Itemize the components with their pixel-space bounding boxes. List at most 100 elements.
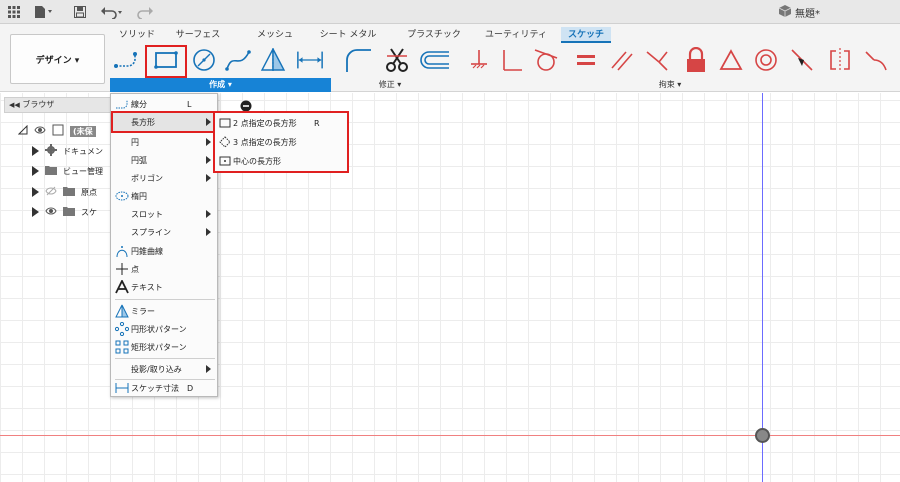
browser-row-document-settings[interactable]: ドキュメン — [32, 143, 103, 159]
expand-arrow-icon[interactable] — [17, 124, 28, 137]
tab-solid[interactable]: ソリッド — [117, 27, 157, 43]
menu-item-conic-curve[interactable]: 円錐曲線 — [111, 242, 217, 260]
mirror-icon — [115, 304, 129, 318]
tangent-constraint-icon[interactable] — [532, 46, 560, 74]
gear-icon — [45, 144, 57, 158]
create-group-dropdown[interactable]: 作成 ▾ — [110, 78, 331, 92]
menu-item-label: スプライン — [131, 227, 171, 237]
submenu-arrow-icon — [206, 156, 211, 164]
menu-item-point[interactable]: 点 — [111, 260, 217, 278]
rectangular-pattern-icon — [115, 340, 129, 354]
create-dropdown-menu: 線分 L 長方形 円 円弧 ポリゴン 楕円 スロット スプライン 円錐曲線 点 … — [110, 93, 218, 397]
browser-item-label: スケ — [81, 207, 97, 217]
menu-item-label: 投影/取り込み — [131, 364, 182, 374]
tab-utility[interactable]: ユーティリティ — [484, 27, 548, 43]
conic-curve-icon — [115, 244, 129, 258]
conic-mirror-tool-icon[interactable] — [259, 46, 287, 74]
eye-icon[interactable] — [34, 125, 46, 137]
workspace-tabs: ソリッド サーフェス メッシュ シート メタル プラスチック ユーティリティ ス… — [0, 24, 900, 44]
midpoint-constraint-icon[interactable] — [788, 46, 816, 74]
submenu-item-two-point-rectangle[interactable]: 2 点指定の長方形 R — [215, 114, 347, 132]
eye-hidden-icon[interactable] — [45, 186, 57, 198]
menu-item-label: 円弧 — [131, 155, 147, 165]
browser-row-sketches[interactable]: スケ — [32, 204, 97, 220]
parallel-constraint-icon[interactable] — [608, 46, 636, 74]
triangle-constraint-icon[interactable] — [717, 46, 745, 74]
app-grid-icon[interactable] — [8, 4, 20, 20]
line-tool-icon[interactable] — [113, 46, 141, 74]
browser-row-origin[interactable]: 原点 — [32, 184, 97, 200]
fillet-tool-icon[interactable] — [344, 46, 372, 74]
origin-point[interactable] — [755, 428, 770, 443]
browser-root-row[interactable]: (未保 — [17, 123, 96, 139]
menu-item-circle[interactable]: 円 — [111, 133, 217, 151]
expand-arrow-icon[interactable] — [32, 207, 39, 217]
collapse-arrows-icon[interactable]: ◀◀ — [9, 101, 20, 109]
menu-item-slot[interactable]: スロット — [111, 205, 217, 223]
expand-arrow-icon[interactable] — [32, 166, 39, 176]
circular-pattern-icon — [115, 322, 129, 336]
perpendicular-constraint-icon[interactable] — [498, 46, 526, 74]
browser-title: ブラウザ — [22, 100, 55, 109]
menu-item-rectangular-pattern[interactable]: 矩形状パターン — [111, 338, 217, 356]
expand-arrow-icon[interactable] — [32, 187, 39, 197]
file-icon[interactable] — [34, 4, 52, 20]
menu-item-label: 矩形状パターン — [131, 342, 187, 352]
circle-tool-icon[interactable] — [190, 46, 218, 74]
y-axis-line — [762, 93, 763, 482]
menu-item-mirror[interactable]: ミラー — [111, 302, 217, 320]
shortcut-key: R — [314, 118, 320, 128]
dimension-icon — [115, 381, 129, 395]
coincident-constraint-icon[interactable] — [643, 46, 671, 74]
tab-mesh[interactable]: メッシュ — [254, 27, 296, 43]
menu-item-sketch-dimension[interactable]: スケッチ寸法 D — [111, 379, 217, 397]
symmetry-constraint-icon[interactable] — [826, 46, 854, 74]
concentric-constraint-icon[interactable] — [752, 46, 780, 74]
menu-item-label: ポリゴン — [131, 173, 163, 183]
lock-constraint-icon[interactable] — [682, 46, 710, 74]
submenu-arrow-icon — [206, 210, 211, 218]
modify-group-dropdown[interactable]: 修正 ▾ — [368, 79, 412, 91]
sketch-dimension-tool-icon[interactable] — [296, 46, 324, 74]
undo-icon[interactable] — [100, 4, 124, 20]
rectangle-menu-highlight — [111, 111, 217, 133]
tab-plastic[interactable]: プラスチック — [406, 27, 462, 43]
folder-icon — [45, 165, 57, 177]
eye-icon[interactable] — [45, 206, 57, 218]
document-title-text: 無題* — [795, 9, 820, 20]
menu-item-label: スロット — [131, 209, 163, 219]
menu-item-project-include[interactable]: 投影/取り込み — [111, 360, 217, 378]
expand-arrow-icon[interactable] — [32, 146, 39, 156]
menu-item-ellipse[interactable]: 楕円 — [111, 187, 217, 205]
trim-tool-icon[interactable] — [383, 46, 411, 74]
two-point-rectangle-icon — [218, 116, 232, 130]
constraints-group-dropdown[interactable]: 拘束 ▾ — [648, 79, 692, 91]
submenu-item-three-point-rectangle[interactable]: 3 点指定の長方形 — [215, 133, 347, 151]
browser-panel-header[interactable]: ◀◀ ブラウザ — [4, 97, 112, 113]
menu-item-label: 線分 — [131, 99, 147, 109]
menu-item-circular-pattern[interactable]: 円形状パターン — [111, 320, 217, 338]
spline-tool-icon[interactable] — [224, 46, 252, 74]
offset-tool-icon[interactable] — [418, 46, 452, 74]
shortcut-key: D — [187, 383, 194, 393]
menu-item-arc[interactable]: 円弧 — [111, 151, 217, 169]
menu-item-polygon[interactable]: ポリゴン — [111, 169, 217, 187]
menu-item-text[interactable]: テキスト — [111, 278, 217, 296]
menu-item-label: 円錐曲線 — [131, 246, 163, 256]
fix-constraint-icon[interactable] — [465, 46, 493, 74]
menu-separator — [115, 358, 215, 359]
submenu-item-center-rectangle[interactable]: 中心の長方形 — [215, 152, 347, 170]
save-icon[interactable] — [74, 4, 86, 20]
tab-sheet-metal[interactable]: シート メタル — [318, 27, 378, 43]
curvature-constraint-icon[interactable] — [862, 46, 890, 74]
redo-icon[interactable] — [136, 4, 156, 20]
menu-item-spline[interactable]: スプライン — [111, 223, 217, 241]
equal-constraint-icon[interactable] — [572, 46, 600, 74]
rectangle-submenu: 2 点指定の長方形 R 3 点指定の長方形 中心の長方形 — [213, 111, 349, 173]
tab-sketch[interactable]: スケッチ — [561, 27, 611, 43]
browser-row-named-views[interactable]: ビュー管理 — [32, 163, 103, 179]
tab-surface[interactable]: サーフェス — [172, 27, 224, 43]
folder-icon — [63, 206, 75, 218]
workspace-switcher-button[interactable]: デザイン ▾ — [10, 34, 105, 84]
menu-item-label: 点 — [131, 264, 139, 274]
